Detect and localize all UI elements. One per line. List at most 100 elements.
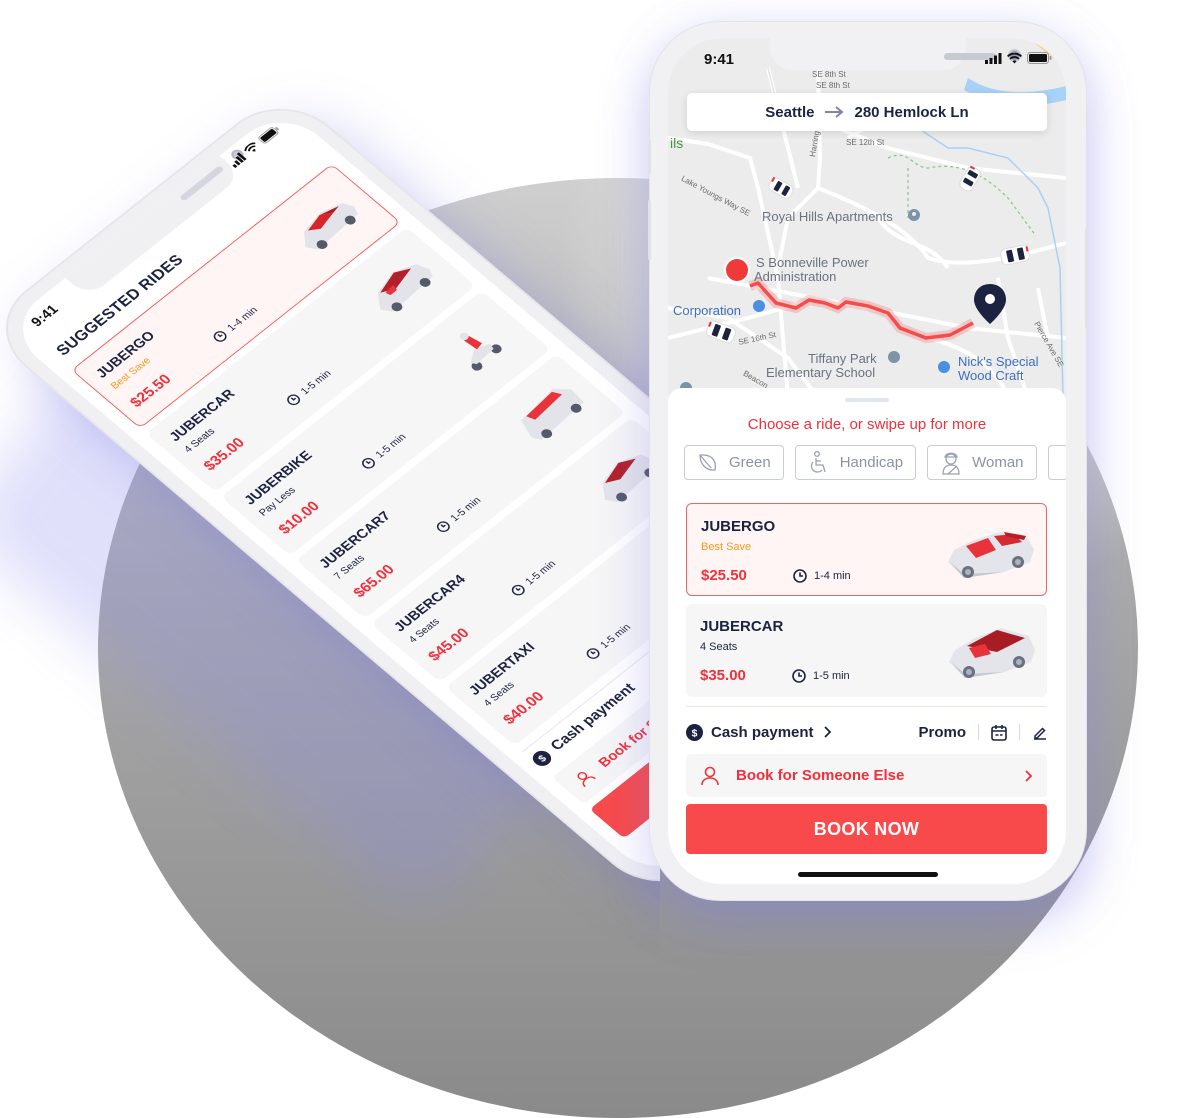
filter-woman[interactable]: Woman: [927, 445, 1037, 480]
clock-icon: [213, 331, 227, 342]
filter-label: Woman: [972, 454, 1024, 471]
car-icon: [948, 532, 1034, 578]
ride-eta-text: 1-5 min: [373, 431, 409, 460]
book-for-someone-button[interactable]: Book for Someone Else: [686, 754, 1047, 797]
edit-icon[interactable]: [1032, 725, 1047, 740]
signal-icon: [985, 52, 1002, 64]
promo-button[interactable]: Promo: [918, 724, 966, 741]
drag-handle[interactable]: [845, 398, 889, 402]
van-icon: [521, 388, 584, 440]
home-indicator: [798, 872, 938, 877]
car-marker-icon: [768, 176, 794, 199]
dollar-icon: $: [532, 750, 552, 766]
mute-switch: [648, 140, 651, 174]
power-button: [1085, 228, 1088, 328]
ride-eta: 1-4 min: [793, 569, 851, 583]
map-street-label: SE 8th St: [812, 70, 846, 79]
destination-pin-icon[interactable]: [974, 284, 1006, 324]
ride-eta: 1-5 min: [792, 669, 850, 683]
payment-row: $ Cash payment Promo: [686, 720, 1047, 744]
map-view[interactable]: SE 8th St SE 8th St SE 12th St Harringto…: [668, 38, 1066, 398]
ride-name: JUBERGO: [701, 518, 776, 535]
payment-actions: Promo: [918, 724, 1047, 741]
route-summary-bar[interactable]: Seattle 280 Hemlock Ln: [687, 93, 1047, 131]
car-marker-icon: [1000, 244, 1030, 266]
clock-icon: [793, 569, 807, 583]
battery-icon: [1027, 52, 1052, 64]
person-icon: [577, 771, 596, 788]
shopping-pin-icon: [753, 300, 765, 312]
shopping-pin-icon: [938, 361, 950, 373]
school-pin-icon: [888, 351, 900, 363]
map-place-label: Elementary School: [766, 365, 876, 380]
status-icons: [985, 52, 1052, 64]
map-place-label: Corporation: [673, 303, 741, 318]
ride-eta-text: 1-5 min: [522, 558, 558, 587]
ride-price: $10.00: [275, 498, 324, 538]
ride-price: $35.00: [200, 435, 249, 474]
ride-eta-text: 1-5 min: [448, 495, 484, 524]
map-street-label: SE 12th St: [846, 138, 885, 147]
filter-green[interactable]: Green: [684, 445, 784, 480]
map-street-label: SE 8th St: [816, 81, 850, 90]
scooter-icon: [459, 332, 502, 371]
svg-text:$: $: [692, 728, 698, 739]
filter-more[interactable]: [1047, 445, 1066, 480]
person-icon: [701, 766, 719, 785]
chevron-right-icon: [1025, 769, 1033, 782]
book-for-someone-label: Book for Someone Else: [736, 767, 905, 784]
separator: [1019, 724, 1020, 740]
ride-card-jubergo[interactable]: JUBERGO Best Save $25.50 1-4 min: [686, 503, 1047, 596]
ride-price: $65.00: [350, 562, 398, 601]
book-now-button[interactable]: BOOK NOW: [686, 804, 1047, 854]
wifi-icon: [244, 142, 256, 152]
map-place-label: Administration: [754, 269, 837, 284]
ride-eta-text: 1-4 min: [224, 304, 260, 333]
map-place-label: ils: [670, 135, 684, 151]
ride-card-jubercar[interactable]: JUBERCAR 4 Seats $35.00 1-5 min: [686, 604, 1047, 697]
cash-payment-label: Cash payment: [711, 723, 814, 741]
divider: [686, 706, 1047, 707]
ride-eta-text: 1-4 min: [814, 570, 851, 582]
ride-name: JUBERCAR: [700, 618, 784, 635]
car-icon: [304, 203, 358, 250]
ride-eta: 1-4 min: [211, 304, 260, 344]
clock-icon: [362, 457, 375, 469]
ride-filters: Green Handicap Woman: [684, 445, 1066, 480]
status-time: 9:41: [27, 302, 62, 330]
route-to: 280 Hemlock Ln: [854, 103, 969, 121]
map-place-label: S Bonneville Power: [756, 255, 869, 270]
chevron-right-icon: [823, 726, 831, 738]
map-place-label: Wood Craft: [958, 368, 1024, 383]
dollar-icon: $: [686, 723, 703, 741]
wheelchair-icon: [810, 450, 826, 473]
notch: [770, 38, 1021, 70]
clock-icon: [792, 669, 806, 683]
ride-selection-sheet: Choose a ride, or swipe up for more Gree…: [668, 388, 1066, 884]
ride-price: $45.00: [425, 625, 473, 665]
filter-label: Green: [729, 454, 771, 471]
origin-marker[interactable]: [726, 259, 748, 281]
filter-handicap[interactable]: Handicap: [794, 445, 917, 480]
choose-ride-prompt: Choose a ride, or swipe up for more: [747, 416, 987, 433]
right-phone-screen: SE 8th St SE 8th St SE 12th St Harringto…: [668, 38, 1066, 884]
calendar-icon[interactable]: [991, 724, 1007, 741]
arrow-right-icon: [825, 106, 845, 118]
status-time: 9:41: [704, 51, 735, 68]
ride-eta-text: 1-5 min: [298, 368, 334, 397]
clock-icon: [586, 648, 600, 659]
woman-driver-icon: [942, 452, 960, 475]
map-place-label: Tiffany Park: [808, 351, 877, 366]
ride-subtitle: 4 Seats: [700, 641, 738, 653]
map-place-label: Royal Hills Apartments: [762, 209, 893, 224]
cash-payment-button[interactable]: $ Cash payment: [686, 723, 832, 741]
wifi-icon: [1007, 52, 1022, 63]
ride-price: $25.50: [701, 567, 747, 584]
ride-eta: 1-5 min: [509, 558, 558, 598]
clock-icon: [511, 584, 525, 596]
clock-icon: [436, 521, 450, 532]
leaf-icon: [699, 453, 717, 471]
map-place-label: Nick's Special: [958, 354, 1039, 369]
ride-price: $35.00: [700, 667, 746, 684]
car-icon: [377, 264, 433, 312]
